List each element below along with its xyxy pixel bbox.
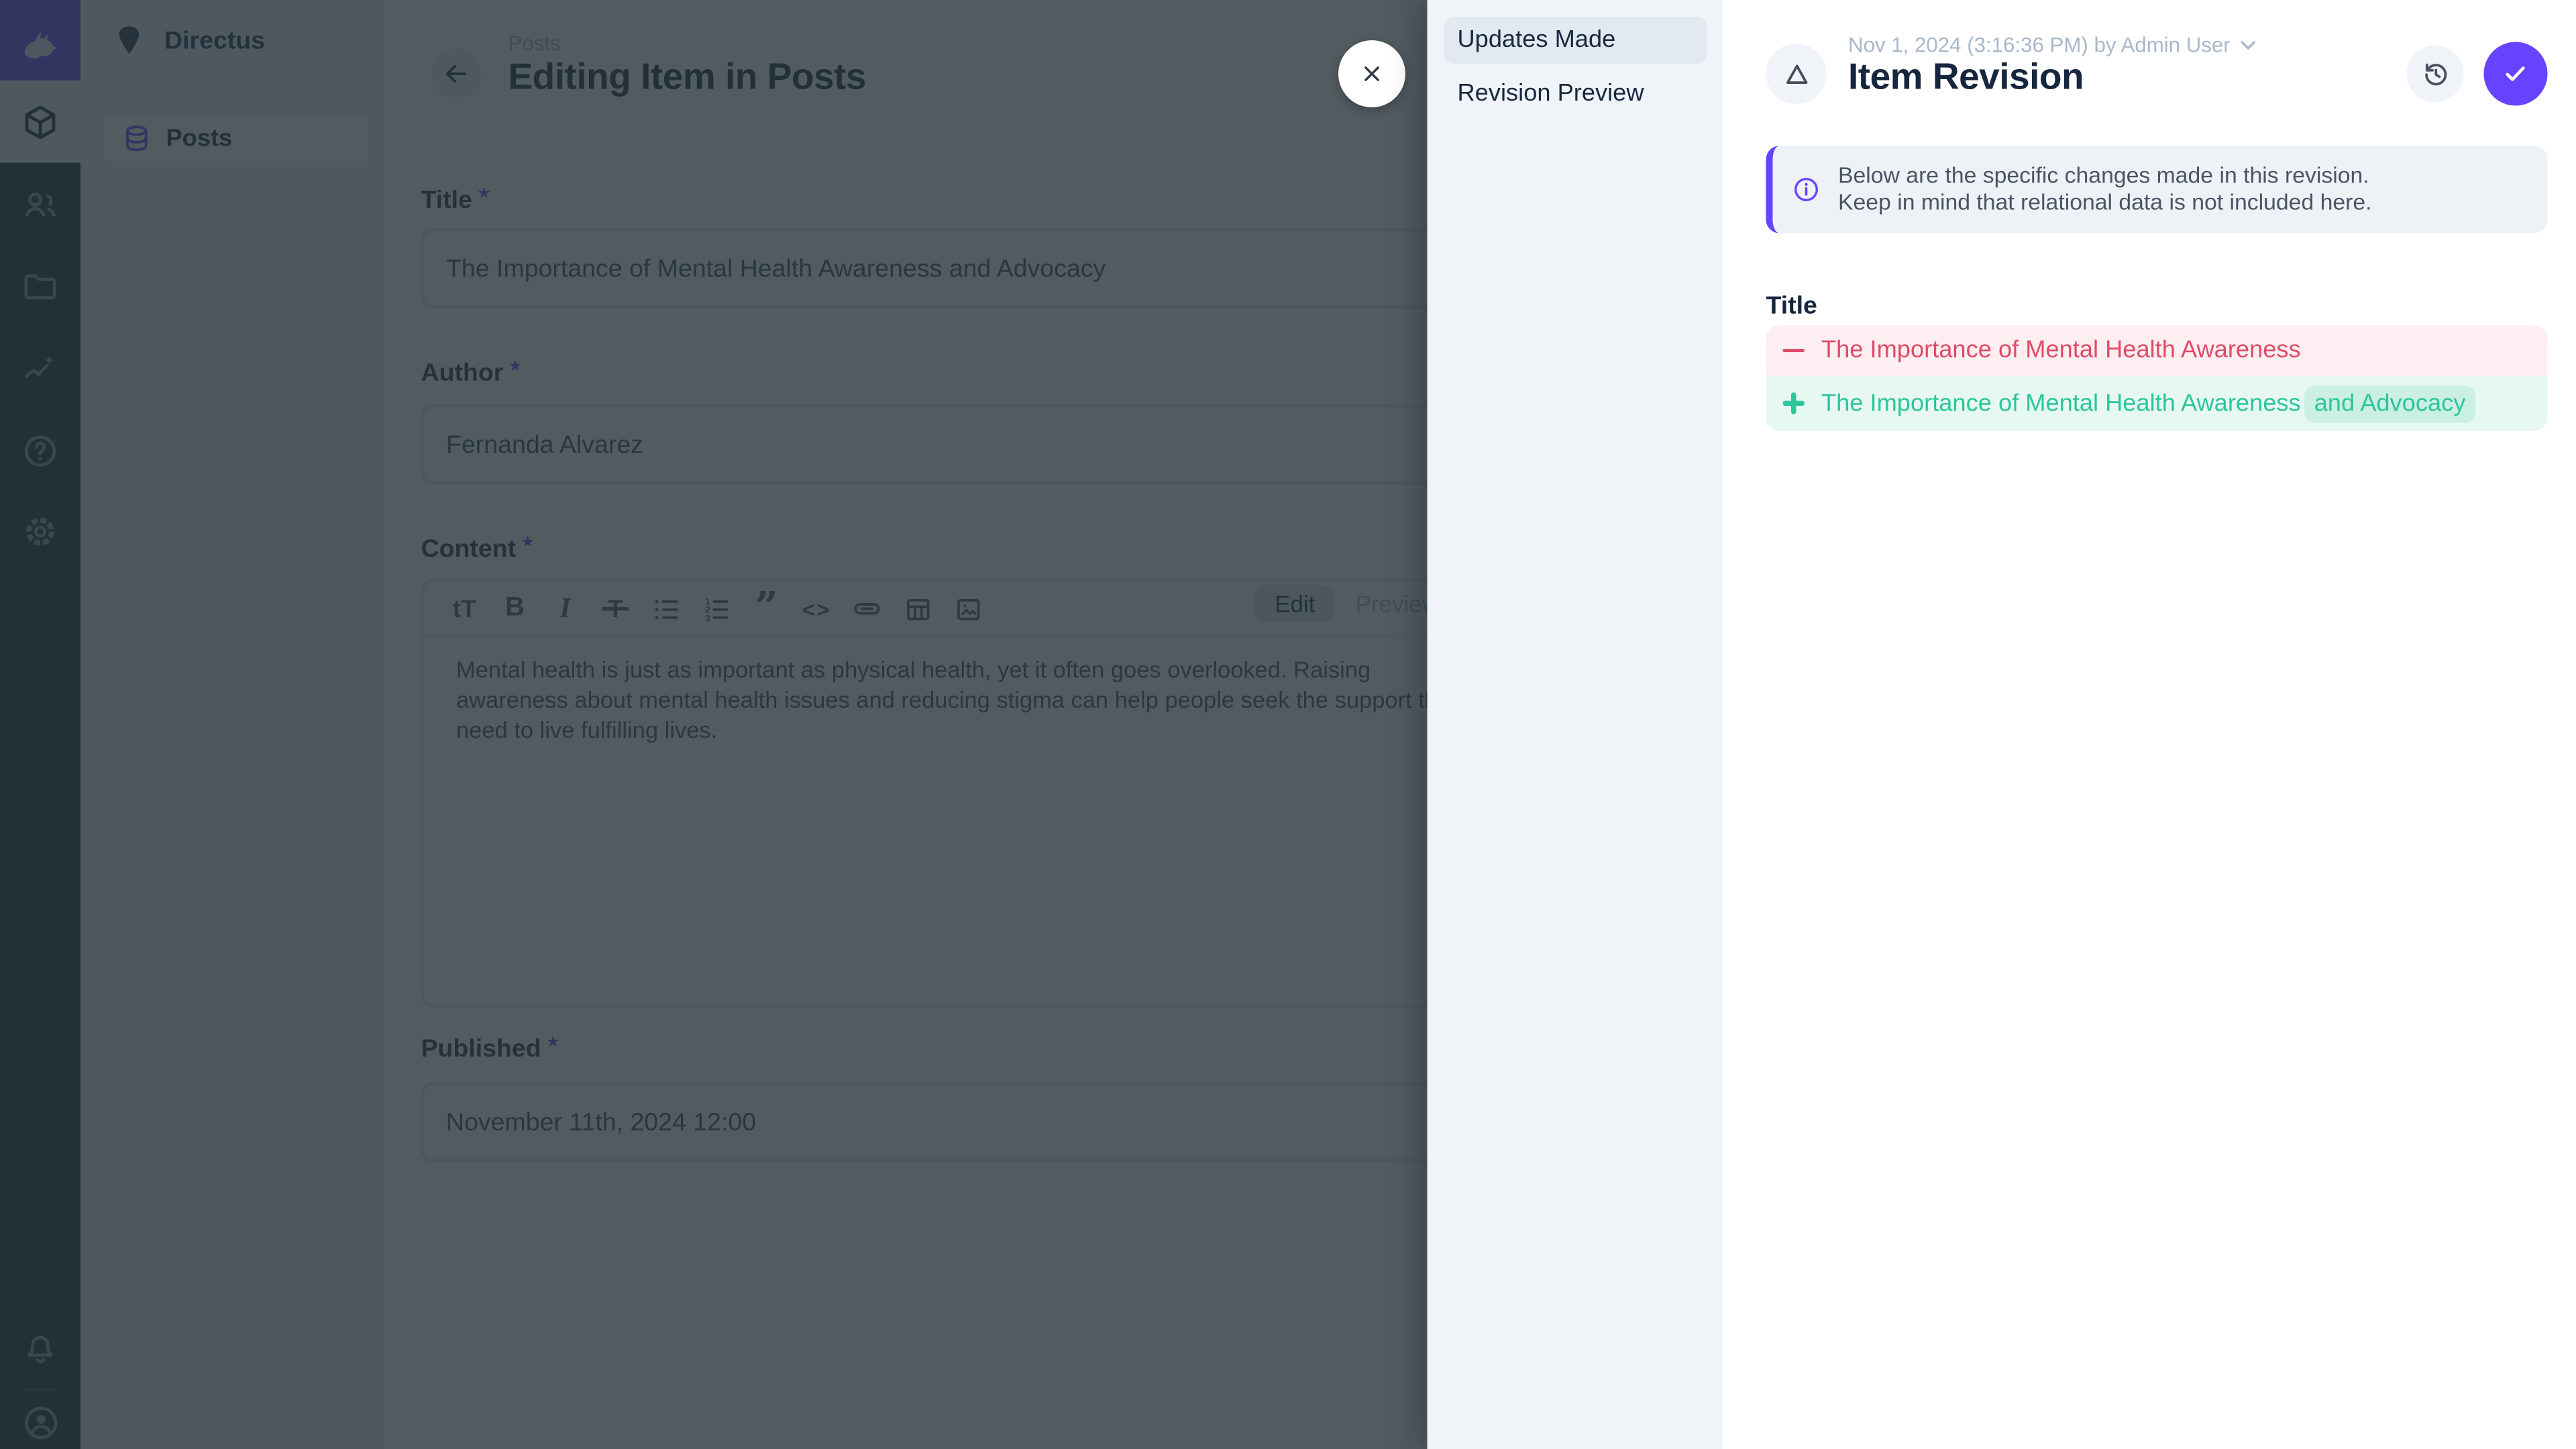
change-triangle-icon	[1780, 58, 1813, 90]
drawer-title: Item Revision	[1848, 56, 2084, 99]
revision-meta[interactable]: Nov 1, 2024 (3:16:36 PM) by Admin User	[1848, 34, 2255, 57]
drawer-tab-updates-made[interactable]: Updates Made	[1444, 17, 1708, 64]
minus-icon	[1783, 348, 1805, 352]
revision-type-badge	[1766, 44, 1827, 104]
diff-removed-text: The Importance of Mental Health Awarenes…	[1821, 337, 2301, 364]
drawer-sidebar: Updates Made Revision Preview	[1428, 0, 1723, 1449]
check-icon	[2501, 59, 2531, 89]
done-button[interactable]	[2484, 42, 2548, 106]
history-icon	[2419, 58, 2451, 90]
close-drawer-button[interactable]	[1338, 40, 1405, 107]
app-root: Directus Posts Posts Editing Item in Pos…	[0, 0, 2576, 1449]
chevron-down-icon	[2241, 40, 2256, 50]
close-icon	[1358, 60, 1385, 87]
drawer-overlay[interactable]	[0, 0, 1428, 1449]
diff-removed-row: The Importance of Mental Health Awarenes…	[1766, 325, 2548, 376]
diff-field-label: Title	[1766, 292, 1817, 321]
diff-added-highlight: and Advocacy	[2304, 385, 2476, 422]
info-icon	[1791, 174, 1821, 205]
diff-added-text: The Importance of Mental Health Awarenes…	[1821, 390, 2475, 417]
revision-notice: Below are the specific changes made in t…	[1766, 146, 2548, 233]
plus-icon	[1783, 392, 1805, 415]
diff-added-row: The Importance of Mental Health Awarenes…	[1766, 376, 2548, 431]
revert-button[interactable]	[2407, 46, 2464, 103]
revision-drawer: Nov 1, 2024 (3:16:36 PM) by Admin User I…	[1723, 0, 2576, 1449]
drawer-tab-revision-preview[interactable]: Revision Preview	[1444, 70, 1708, 117]
notice-text: Below are the specific changes made in t…	[1838, 162, 2372, 217]
